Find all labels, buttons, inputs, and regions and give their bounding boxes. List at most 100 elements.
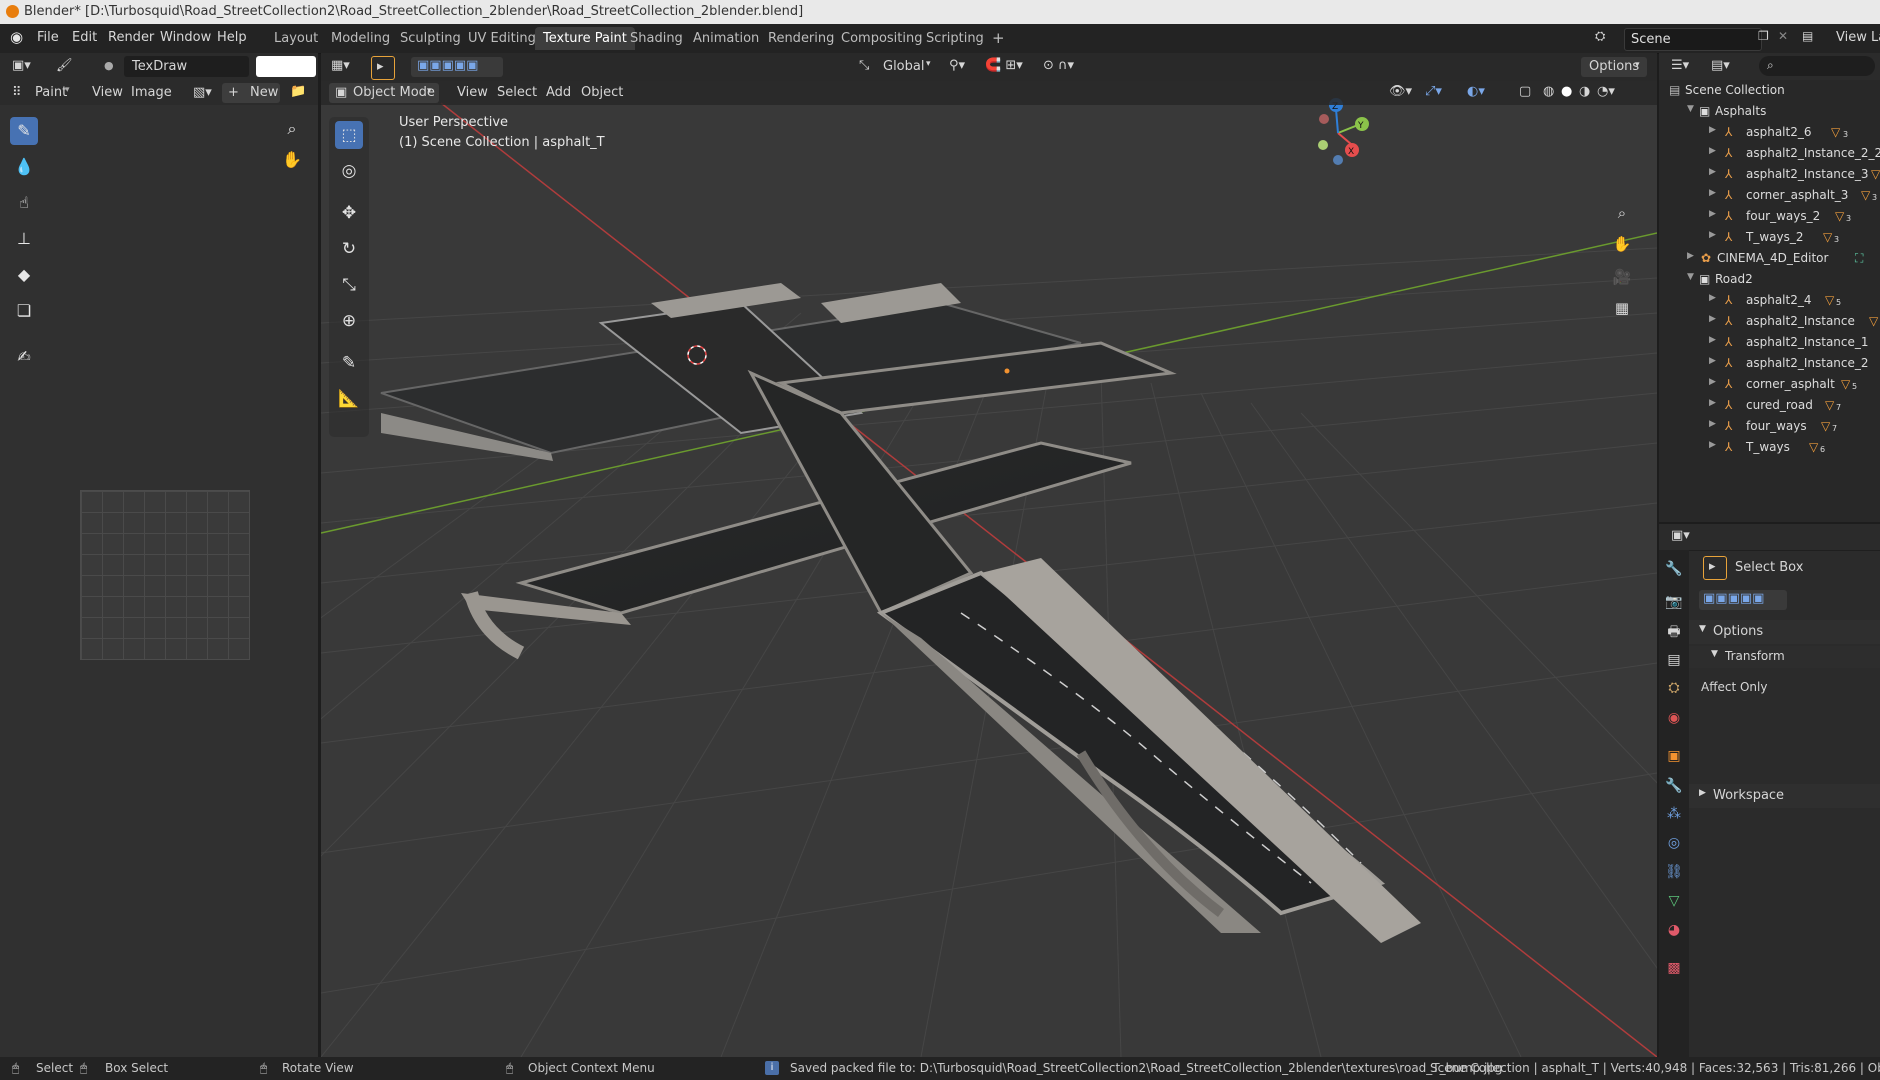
smear-brush-icon[interactable]: ☝ xyxy=(10,189,38,217)
orientation-dropdown[interactable]: Global xyxy=(883,59,924,74)
outliner-item[interactable]: ▶ ⅄ cured_road ▽ 7 xyxy=(1659,395,1880,416)
zoom-view-icon[interactable]: ⌕ xyxy=(278,115,306,143)
soften-brush-icon[interactable]: 💧 xyxy=(10,153,38,181)
menu-add[interactable]: Add xyxy=(546,85,571,100)
menu-select[interactable]: Select xyxy=(497,85,537,100)
options-panel-header[interactable]: ▼ Options xyxy=(1689,620,1880,644)
output-tab-icon[interactable]: 🖶 xyxy=(1664,622,1684,642)
physics-tab-icon[interactable]: ◎ xyxy=(1664,833,1684,853)
move-tool-icon[interactable]: ✥ xyxy=(335,199,363,227)
outliner-item[interactable]: ▶ ⅄ corner_asphalt_3 ▽ 3 xyxy=(1659,185,1880,206)
selection-mode-buttons[interactable]: ▣▣▣▣▣ xyxy=(411,57,503,77)
pan-view-icon[interactable]: ✋ xyxy=(1609,231,1635,257)
image-canvas[interactable] xyxy=(80,490,250,660)
transform-subpanel-header[interactable]: ▼ Transform xyxy=(1689,646,1880,668)
particles-tab-icon[interactable]: ⁂ xyxy=(1664,804,1684,824)
mask-brush-icon[interactable]: ❏ xyxy=(10,297,38,325)
brush-tool-icon[interactable]: 🖌 xyxy=(56,58,73,73)
outliner-item[interactable]: ▶ ⅄ asphalt2_4 ▽ 5 xyxy=(1659,290,1880,311)
object-tab-icon[interactable]: ▣ xyxy=(1664,746,1684,766)
editor-type-icon[interactable]: ☰▾ xyxy=(1671,58,1689,73)
overlay-toggle-icon[interactable]: ◐▾ xyxy=(1467,84,1485,99)
menu-image[interactable]: Image xyxy=(131,85,172,100)
solid-shading-icon[interactable]: ● xyxy=(1561,84,1572,99)
rendered-shading-icon[interactable]: ◔▾ xyxy=(1597,84,1615,99)
orientation-icon[interactable]: ⤡ xyxy=(859,58,869,73)
outliner-item[interactable]: ▶ ⅄ asphalt2_Instance_2 xyxy=(1659,353,1880,374)
outliner-item[interactable]: ▶ ⅄ corner_asphalt ▽ 5 xyxy=(1659,374,1880,395)
world-tab-icon[interactable]: ◉ xyxy=(1664,708,1684,728)
menu-view[interactable]: View xyxy=(92,85,123,100)
outliner-item[interactable]: ▶ ⅄ asphalt2_Instance_3 ▽ xyxy=(1659,164,1880,185)
delete-scene-icon[interactable]: ✕ xyxy=(1778,29,1788,43)
view-layer-name[interactable]: View La xyxy=(1836,30,1880,45)
tab-texture-paint[interactable]: Texture Paint xyxy=(535,27,635,50)
editor-type-icon[interactable]: ▣▾ xyxy=(1671,528,1690,543)
tool-tab-icon[interactable]: 🔧 xyxy=(1664,559,1684,579)
3d-viewport[interactable]: Z Y X User Perspective (1) Scene Collect… xyxy=(321,53,1657,1057)
tab-sculpting[interactable]: Sculpting xyxy=(392,27,469,50)
options-dropdown[interactable]: Options ▾ xyxy=(1581,57,1647,77)
editor-type-icon[interactable]: ▦▾ xyxy=(331,58,350,73)
blender-menu-icon[interactable]: ◉ xyxy=(10,28,23,46)
xray-toggle-icon[interactable]: ▢ xyxy=(1519,84,1531,99)
scene-tab-icon[interactable]: ⛭ xyxy=(1664,678,1684,698)
outliner-item[interactable]: ▶ ⅄ asphalt2_Instance_2_2 xyxy=(1659,143,1880,164)
wireframe-shading-icon[interactable]: ◍ xyxy=(1543,84,1554,99)
tab-scripting[interactable]: Scripting xyxy=(918,27,992,50)
outliner-item[interactable]: ▶ ⅄ asphalt2_6 ▽ 3 xyxy=(1659,122,1880,143)
scale-tool-icon[interactable]: ⤡ xyxy=(335,271,363,299)
view-layer-tab-icon[interactable]: ▤ xyxy=(1664,650,1684,670)
snap-icon[interactable]: 🧲 ⊞▾ xyxy=(985,58,1023,73)
paint-mode-icon[interactable]: ⠿ xyxy=(12,85,22,100)
transform-tool-icon[interactable]: ⊕ xyxy=(335,307,363,335)
menu-view[interactable]: View xyxy=(457,85,488,100)
menu-render[interactable]: Render xyxy=(108,30,154,45)
annotate-tool-icon[interactable]: ✎ xyxy=(335,349,363,377)
outliner-item[interactable]: ▶ ⅄ four_ways ▽ 7 xyxy=(1659,416,1880,437)
tab-shading[interactable]: Shading xyxy=(622,27,691,50)
outliner-item[interactable]: ▶ ⅄ T_ways_2 ▽ 3 xyxy=(1659,227,1880,248)
tab-layout[interactable]: Layout xyxy=(266,27,326,50)
zoom-view-icon[interactable]: ⌕ xyxy=(1609,200,1635,226)
draw-brush-icon[interactable]: ✎ xyxy=(10,117,38,145)
image-browse-icon[interactable]: ▧▾ xyxy=(193,85,212,100)
pan-view-icon[interactable]: ✋ xyxy=(278,146,306,174)
outliner-item[interactable]: ▶ ⅄ asphalt2_Instance ▽ xyxy=(1659,311,1880,332)
brush-name-field[interactable]: TexDraw xyxy=(124,56,249,77)
visibility-icon[interactable]: 👁▾ xyxy=(1389,84,1412,99)
scene-name-field[interactable]: Scene xyxy=(1624,28,1762,51)
open-image-icon[interactable]: 📁 xyxy=(290,84,306,99)
render-tab-icon[interactable]: 📷 xyxy=(1664,592,1684,612)
constraints-tab-icon[interactable]: ⛓ xyxy=(1664,862,1684,882)
data-tab-icon[interactable]: ▽ xyxy=(1664,891,1684,911)
outliner-item[interactable]: ▶ ⅄ asphalt2_Instance_1 xyxy=(1659,332,1880,353)
material-tab-icon[interactable]: ◕ xyxy=(1664,920,1684,940)
brush-color-swatch[interactable] xyxy=(256,56,316,77)
camera-view-icon[interactable]: 🎥 xyxy=(1609,264,1635,290)
menu-edit[interactable]: Edit xyxy=(72,30,97,45)
pivot-icon[interactable]: ⚲▾ xyxy=(949,58,965,73)
new-image-button[interactable]: + New xyxy=(222,83,280,103)
collection-road2[interactable]: ▼ ▣ Road2 xyxy=(1659,269,1880,290)
view-layer-icon[interactable]: ▤ xyxy=(1802,29,1813,43)
selection-mode-buttons[interactable]: ▣▣▣▣▣ xyxy=(1699,590,1787,610)
collection-asphalts[interactable]: ▼ ▣ Asphalts xyxy=(1659,101,1880,122)
menu-window[interactable]: Window xyxy=(160,30,211,45)
ortho-toggle-icon[interactable]: ▦ xyxy=(1609,295,1635,321)
paint-mode-dropdown[interactable]: Paint xyxy=(35,85,67,100)
add-workspace-icon[interactable]: + xyxy=(984,27,1013,50)
outliner-root[interactable]: ▤ Scene Collection xyxy=(1659,80,1880,101)
tab-animation[interactable]: Animation xyxy=(685,27,767,50)
tab-rendering[interactable]: Rendering xyxy=(760,27,842,50)
editor-type-icon[interactable]: ▣▾ xyxy=(12,58,31,73)
object-mode-dropdown[interactable]: ▣ Object Mode ▾ xyxy=(329,83,439,103)
cursor-tool-icon[interactable]: ◎ xyxy=(335,157,363,185)
fill-brush-icon[interactable]: ◆ xyxy=(10,261,38,289)
rotate-tool-icon[interactable]: ↻ xyxy=(335,235,363,263)
tab-compositing[interactable]: Compositing xyxy=(833,27,931,50)
outliner-search-input[interactable]: ⌕ xyxy=(1759,56,1875,76)
select-tool-icon[interactable]: ▸ xyxy=(371,56,395,80)
tab-modeling[interactable]: Modeling xyxy=(323,27,398,50)
clone-brush-icon[interactable]: ⊥ xyxy=(10,225,38,253)
